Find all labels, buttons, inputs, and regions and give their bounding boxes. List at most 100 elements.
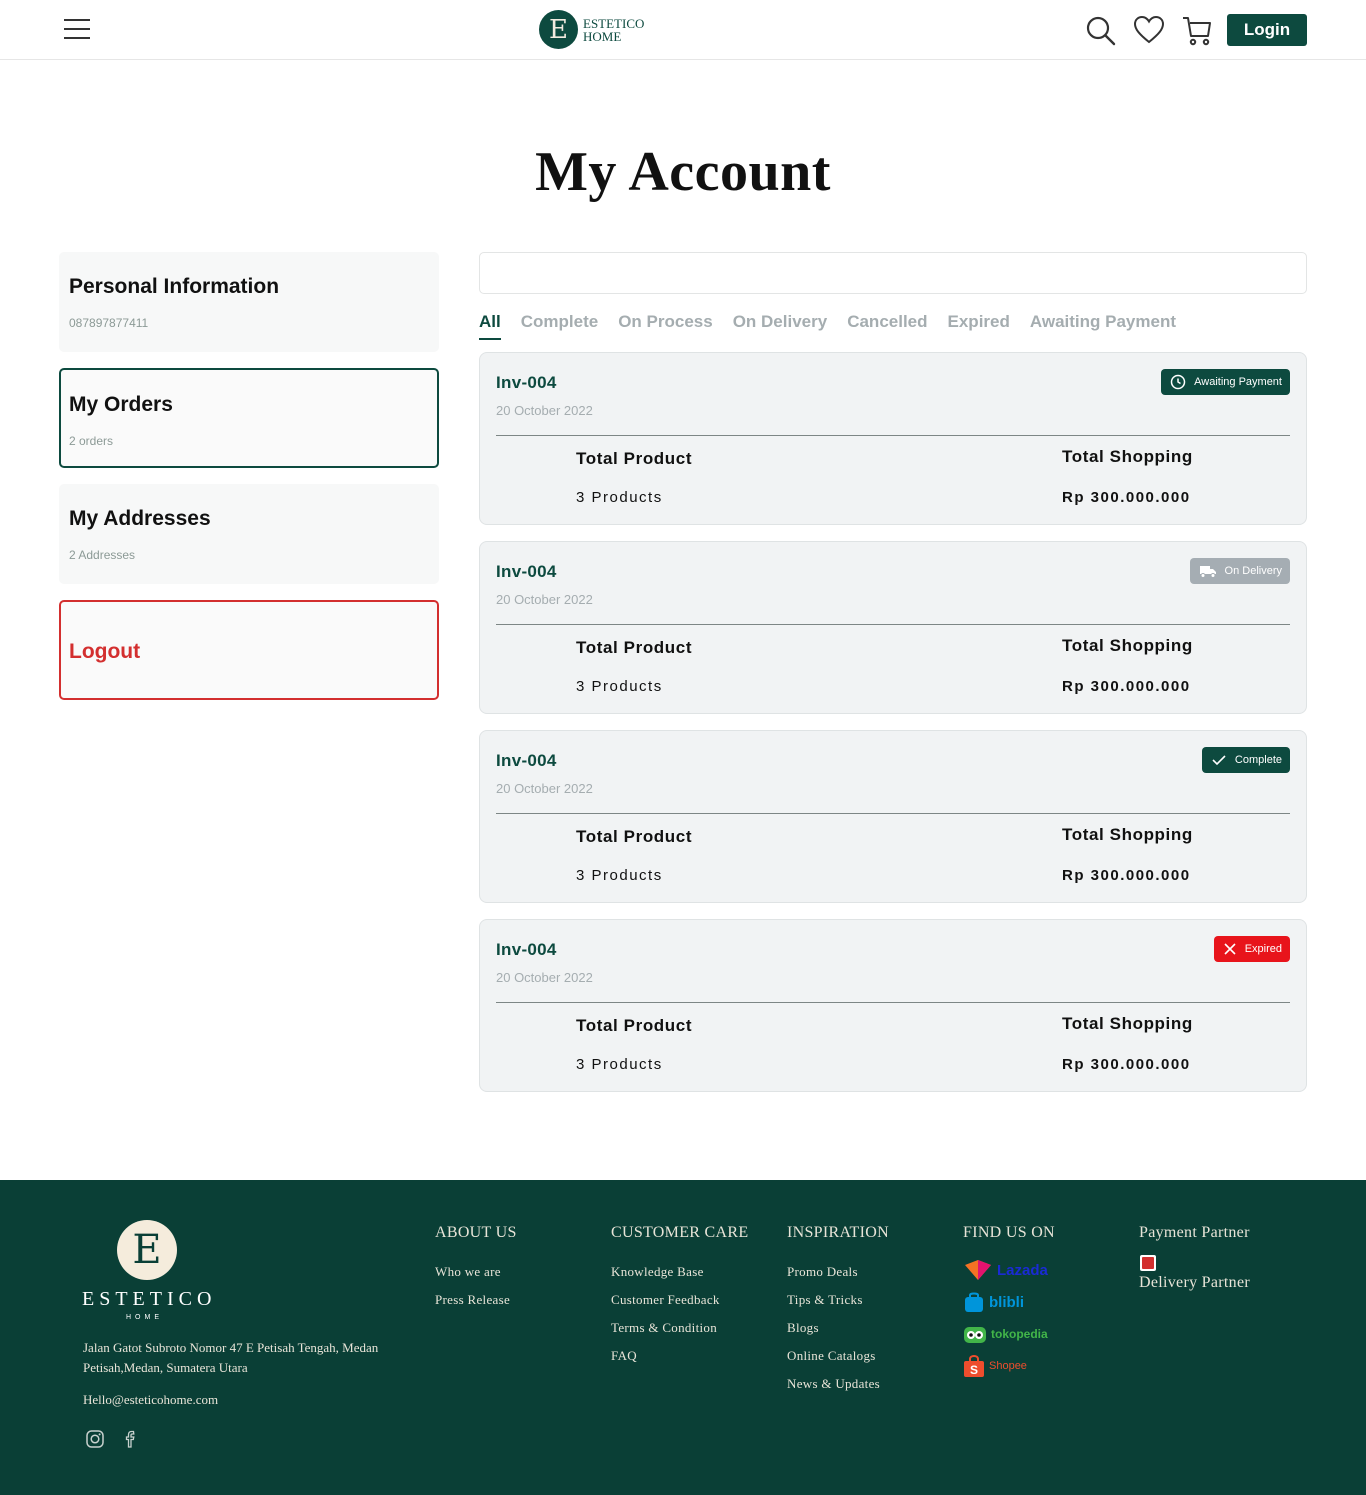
lazada-link[interactable]: Lazada [963,1258,1055,1282]
footer-heading: FIND US ON [963,1224,1055,1241]
footer-link-customer-feedback[interactable]: Customer Feedback [611,1292,748,1308]
search-icon[interactable] [1084,14,1116,46]
total-product-label: Total Product [576,827,693,846]
sidebar-item-title: My Addresses [69,507,211,530]
total-shopping-value: Rp 300.000.000 [1062,678,1191,695]
sidebar-item-title: Personal Information [69,275,280,298]
total-product-value: 3 Products [576,678,663,695]
status-badge: Expired [1213,936,1290,962]
card-divider [496,813,1290,814]
order-search-input[interactable] [479,252,1307,294]
footer-heading: CUSTOMER CARE [611,1224,749,1241]
total-product-label: Total Product [576,449,693,468]
facebook-icon[interactable] [121,1429,141,1449]
footer-link-promo-deals[interactable]: Promo Deals [787,1264,889,1280]
status-label: Awaiting Payment [1194,376,1282,388]
tab-awaiting-payment[interactable]: Awaiting Payment [1030,312,1176,340]
footer-link-terms[interactable]: Terms & Condition [611,1320,748,1336]
tab-cancelled[interactable]: Cancelled [847,312,927,340]
footer-link-news-updates[interactable]: News & Updates [787,1376,889,1392]
invoice-number: Inv-004 [496,373,557,392]
footer-link-faq[interactable]: FAQ [611,1348,748,1364]
footer-col-about: ABOUT US Who we are Press Release [435,1224,517,1320]
invoice-number: Inv-004 [496,562,557,581]
footer-col-inspiration: INSPIRATION Promo Deals Tips & Tricks Bl… [787,1224,889,1404]
order-card[interactable]: Inv-004 20 October 2022 Complete Total P… [479,730,1307,903]
order-card[interactable]: Inv-004 20 October 2022 Awaiting Payment… [479,352,1307,525]
footer-link-knowledge-base[interactable]: Knowledge Base [611,1264,748,1280]
order-date: 20 October 2022 [496,403,593,418]
total-shopping-label: Total Shopping [1062,447,1193,466]
footer-link-press-release[interactable]: Press Release [435,1292,517,1308]
tab-on-delivery[interactable]: On Delivery [733,312,828,340]
total-shopping-label: Total Shopping [1062,825,1193,844]
footer-link-online-catalogs[interactable]: Online Catalogs [787,1348,889,1364]
footer-col-find-us: FIND US ON Lazada blibli tokopedia S Sho… [963,1224,1055,1386]
sidebar-item-sub: 2 Addresses [69,548,136,562]
total-product-label: Total Product [576,638,693,657]
status-badge: On Delivery [1189,558,1290,584]
card-divider [496,1002,1290,1003]
svg-text:S: S [970,1363,978,1377]
footer-heading: INSPIRATION [787,1224,889,1241]
lazada-wordmark: Lazada [997,1261,1048,1279]
cart-icon[interactable] [1181,14,1213,46]
footer-heading: ABOUT US [435,1224,517,1241]
footer-email-link[interactable]: Hello@esteticohome.com [83,1392,218,1408]
tab-on-process[interactable]: On Process [618,312,713,340]
status-badge: Awaiting Payment [1161,369,1290,395]
check-icon [1212,755,1226,766]
footer-col-partners: Payment Partner Delivery Partner [1139,1224,1250,1314]
status-badge: Complete [1201,747,1290,773]
blibli-link[interactable]: blibli [963,1290,1055,1314]
logo-mark: E [539,10,578,49]
total-shopping-value: Rp 300.000.000 [1062,489,1191,506]
wishlist-heart-icon[interactable] [1133,14,1165,46]
order-card[interactable]: Inv-004 20 October 2022 Expired Total Pr… [479,919,1307,1092]
logout-button[interactable]: Logout [59,600,439,700]
tab-complete[interactable]: Complete [521,312,598,340]
instagram-icon[interactable] [85,1429,105,1449]
total-shopping-value: Rp 300.000.000 [1062,867,1191,884]
order-date: 20 October 2022 [496,781,593,796]
order-card[interactable]: Inv-004 20 October 2022 On Delivery Tota… [479,541,1307,714]
page-title: My Account [535,141,831,203]
sidebar-item-title: My Orders [69,393,173,416]
login-button[interactable]: Login [1227,14,1307,46]
logout-label: Logout [69,640,141,663]
top-header: E ESTETICO HOME Login [0,0,1366,60]
clock-icon [1170,374,1186,390]
blibli-bag-icon [965,1292,983,1312]
footer-heading-delivery: Delivery Partner [1139,1274,1250,1291]
payment-partner-logo-icon [1140,1255,1156,1271]
sidebar-my-addresses[interactable]: My Addresses 2 Addresses [59,484,439,584]
sidebar-personal-information[interactable]: Personal Information 087897877411 [59,252,439,352]
card-divider [496,624,1290,625]
tab-expired[interactable]: Expired [948,312,1010,340]
total-shopping-label: Total Shopping [1062,1014,1193,1033]
card-divider [496,435,1290,436]
sidebar-my-orders[interactable]: My Orders 2 orders [59,368,439,468]
tokopedia-link[interactable]: tokopedia [963,1322,1055,1346]
site-footer: E ESTETICO HOME Jalan Gatot Subroto Nomo… [0,1180,1366,1495]
status-label: On Delivery [1224,565,1282,577]
status-label: Expired [1244,943,1282,955]
total-product-value: 3 Products [576,867,663,884]
footer-link-blogs[interactable]: Blogs [787,1320,889,1336]
footer-brand-sub: HOME [126,1314,163,1321]
shopee-link[interactable]: S Shopee [963,1354,1055,1378]
brand-logo[interactable]: E ESTETICO HOME [539,10,644,49]
menu-icon[interactable] [64,19,90,41]
sidebar-item-sub: 087897877411 [69,316,149,330]
shopee-wordmark: Shopee [989,1360,1027,1372]
order-status-tabs: All Complete On Process On Delivery Canc… [479,312,1196,340]
footer-link-tips-tricks[interactable]: Tips & Tricks [787,1292,889,1308]
total-product-value: 3 Products [576,1056,663,1073]
sidebar-item-sub: 2 orders [69,434,114,448]
tab-all[interactable]: All [479,312,501,340]
invoice-number: Inv-004 [496,940,557,959]
total-product-label: Total Product [576,1016,693,1035]
status-label: Complete [1234,754,1282,766]
footer-link-who-we-are[interactable]: Who we are [435,1264,517,1280]
total-shopping-value: Rp 300.000.000 [1062,1056,1191,1073]
